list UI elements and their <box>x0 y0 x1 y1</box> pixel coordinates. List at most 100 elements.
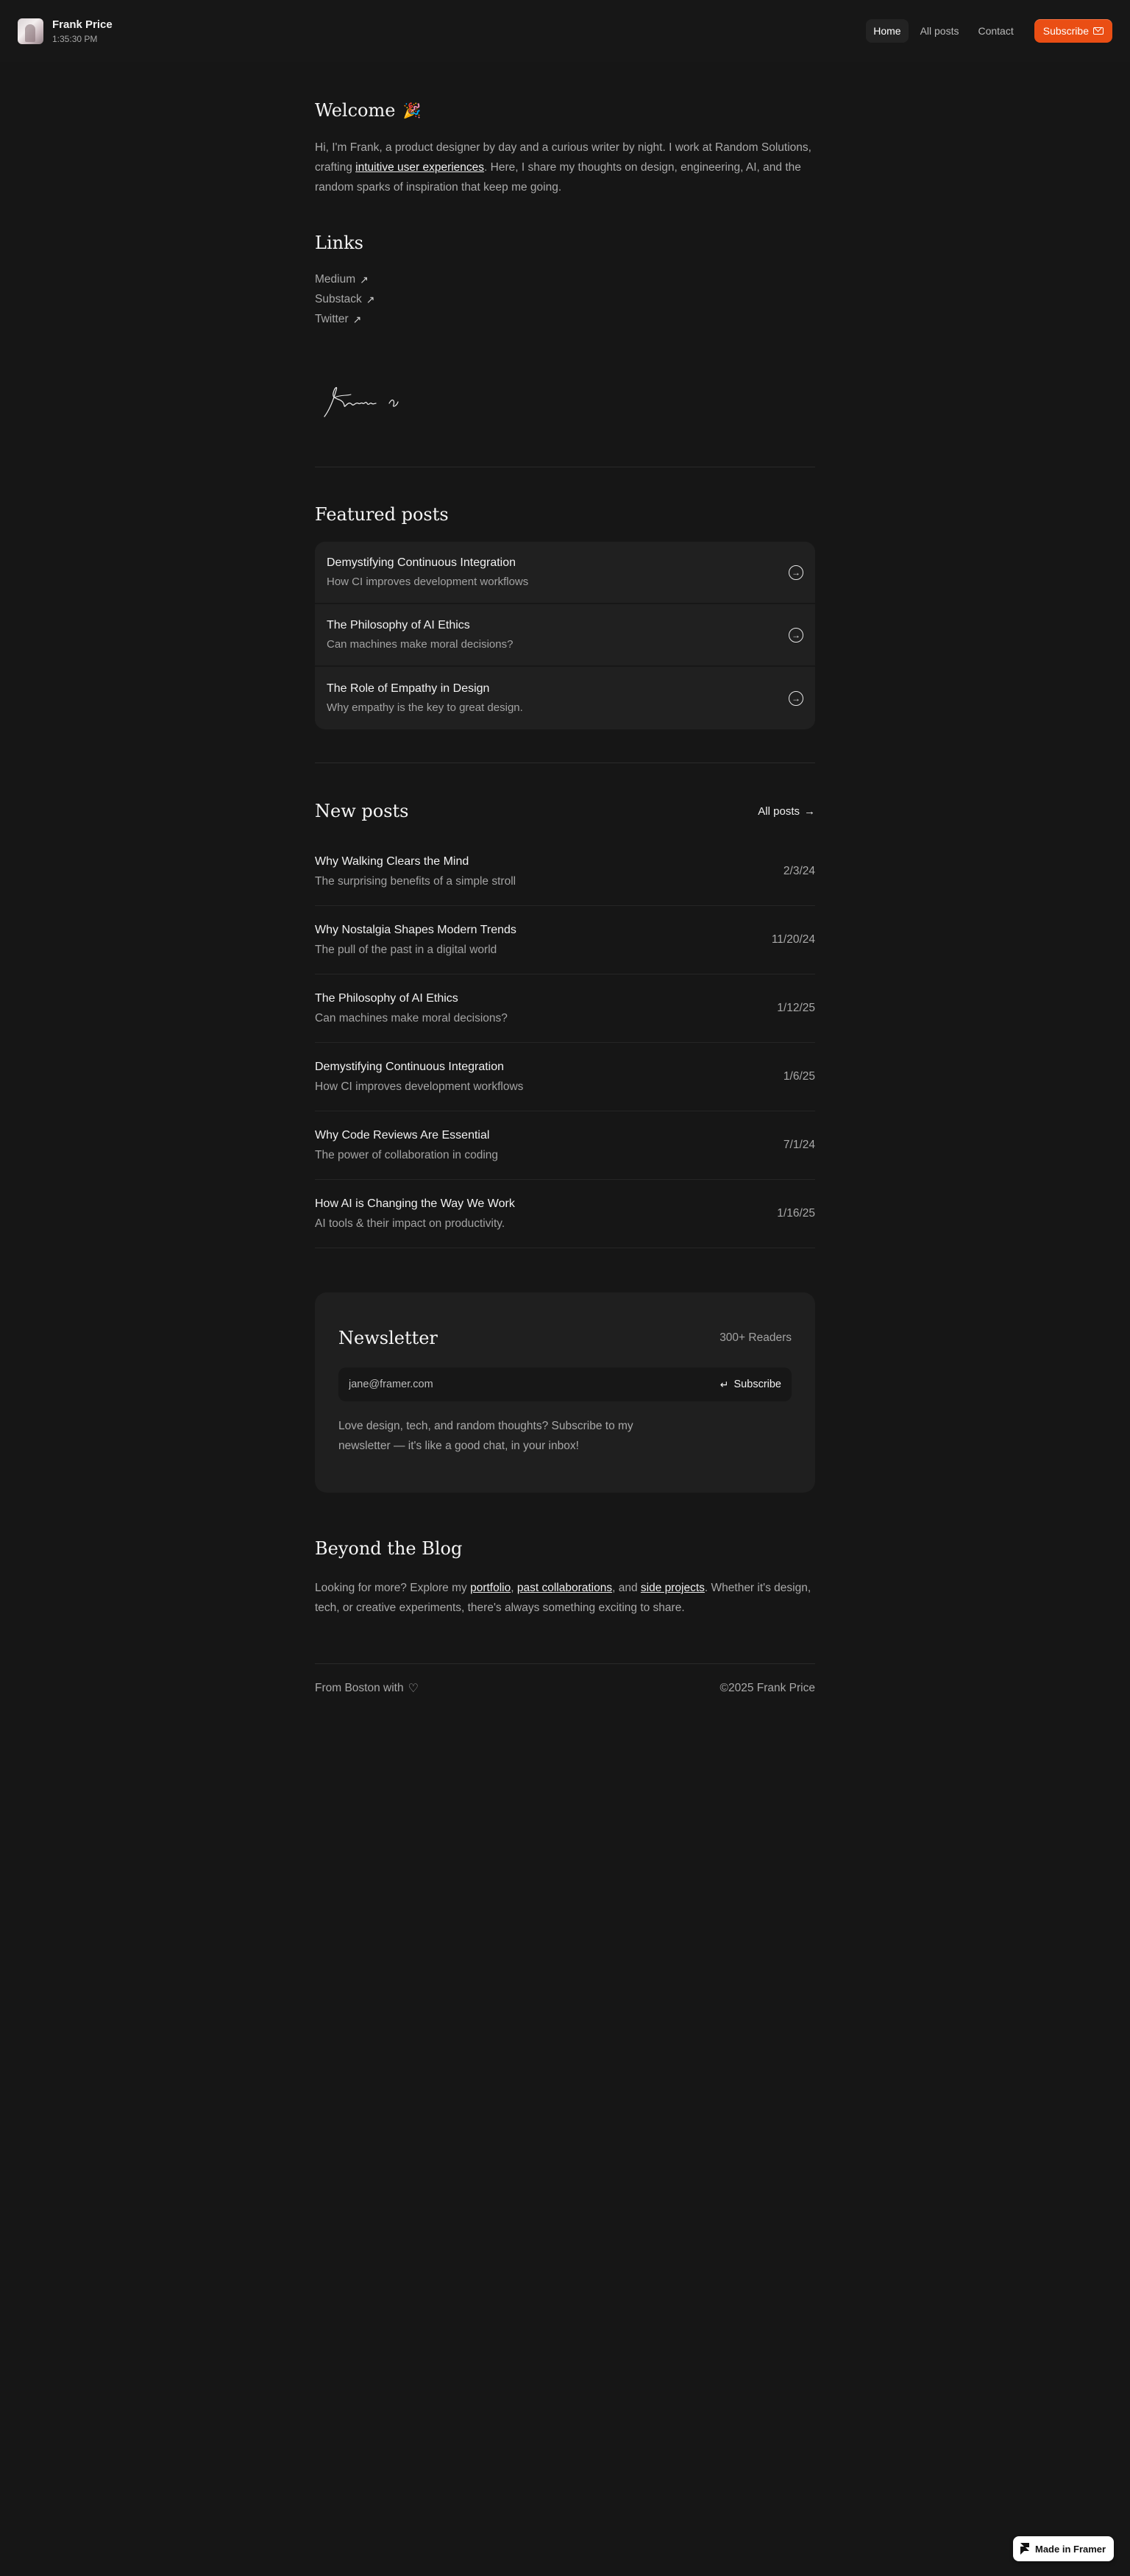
links-heading: Links <box>315 233 363 253</box>
featured-heading: Featured posts <box>315 504 449 525</box>
post-row[interactable]: Why Nostalgia Shapes Modern Trends The p… <box>315 906 815 974</box>
post-row[interactable]: Why Walking Clears the Mind The surprisi… <box>315 838 815 906</box>
welcome-link[interactable]: intuitive user experiences <box>355 161 484 174</box>
brand-text: Frank Price 1:35:30 PM <box>52 18 113 44</box>
footer-location: From Boston with ♡ <box>315 1681 419 1696</box>
new-posts-header: New posts All posts → <box>315 801 815 821</box>
post-subtitle: Can machines make moral decisions? <box>315 1011 508 1025</box>
post-text: Why Code Reviews Are Essential The power… <box>315 1129 498 1162</box>
divider <box>315 1663 815 1664</box>
post-row[interactable]: How AI is Changing the Way We Work AI to… <box>315 1180 815 1248</box>
avatar[interactable] <box>18 18 43 44</box>
arrow-up-right-icon: ↗ <box>352 313 362 325</box>
newsletter-subscribe-button[interactable]: ↵ Subscribe <box>720 1379 781 1391</box>
newsletter-description: Love design, tech, and random thoughts? … <box>338 1420 633 1452</box>
post-subtitle: How CI improves development workflows <box>315 1080 524 1093</box>
newsletter-header: Newsletter 300+ Readers <box>338 1328 792 1348</box>
beyond-paragraph: Looking for more? Explore my portfolio , … <box>315 1578 815 1618</box>
local-time: 1:35:30 PM <box>52 33 98 44</box>
featured-post-title: Demystifying Continuous Integration <box>327 556 516 569</box>
nav-all-posts[interactable]: All posts <box>913 19 967 43</box>
made-in-framer-label: Made in Framer <box>1035 2543 1106 2555</box>
link-twitter[interactable]: Twitter ↗ <box>315 312 375 327</box>
framer-logo-icon <box>1020 2543 1029 2555</box>
link-medium-label: Medium <box>315 273 356 286</box>
newsletter-heading: Newsletter <box>338 1328 438 1348</box>
post-row[interactable]: Demystifying Continuous Integration How … <box>315 1043 815 1111</box>
link-twitter-label: Twitter <box>315 313 349 325</box>
post-text: Why Nostalgia Shapes Modern Trends The p… <box>315 924 516 957</box>
brand[interactable]: Frank Price 1:35:30 PM <box>18 18 113 44</box>
new-posts-list: Why Walking Clears the Mind The surprisi… <box>315 838 815 1248</box>
post-title: Why Walking Clears the Mind <box>315 854 469 868</box>
header-subscribe-label: Subscribe <box>1042 25 1089 37</box>
welcome-title: Welcome <box>315 100 396 121</box>
email-field[interactable] <box>349 1379 720 1390</box>
post-subtitle: The surprising benefits of a simple stro… <box>315 874 516 888</box>
featured-post[interactable]: Demystifying Continuous Integration How … <box>315 542 815 604</box>
post-date: 1/16/25 <box>777 1207 815 1220</box>
featured-post-text: The Philosophy of AI Ethics Can machines… <box>327 619 513 651</box>
featured-post-text: Demystifying Continuous Integration How … <box>327 556 528 588</box>
arrow-circle-right-icon[interactable]: → <box>789 565 803 580</box>
link-substack[interactable]: Substack ↗ <box>315 292 375 307</box>
site-header: Frank Price 1:35:30 PM Home All posts Co… <box>0 0 1130 62</box>
newsletter-card: Newsletter 300+ Readers ↵ Subscribe Love… <box>315 1292 815 1493</box>
featured-post-subtitle: Can machines make moral decisions? <box>327 638 514 651</box>
beyond-text: , and <box>612 1582 641 1594</box>
site-footer: From Boston with ♡ ©2025 Frank Price <box>315 1681 815 1696</box>
post-row[interactable]: The Philosophy of AI Ethics Can machines… <box>315 974 815 1043</box>
mail-icon <box>1093 27 1104 35</box>
post-date: 1/12/25 <box>777 1002 815 1014</box>
author-name[interactable]: Frank Price <box>52 18 113 31</box>
arrow-circle-right-icon[interactable]: → <box>789 690 803 706</box>
nav-contact[interactable]: Contact <box>970 19 1020 43</box>
welcome-paragraph: Hi, I'm Frank, a product designer by day… <box>315 138 815 197</box>
featured-post-title: The Role of Empathy in Design <box>327 682 490 695</box>
footer-location-text: From Boston with <box>315 1682 404 1694</box>
featured-posts-card: Demystifying Continuous Integration How … <box>315 542 815 729</box>
newsletter-form: ↵ Subscribe <box>338 1367 792 1401</box>
link-substack-label: Substack <box>315 293 362 305</box>
header-subscribe-button[interactable]: Subscribe <box>1034 19 1112 43</box>
links-list: Medium ↗ Substack ↗ Twitter ↗ <box>315 272 375 327</box>
beyond-text: Looking for more? Explore my <box>315 1582 471 1594</box>
post-title: Why Code Reviews Are Essential <box>315 1128 490 1142</box>
arrow-up-right-icon: ↗ <box>360 273 369 286</box>
party-popper-icon: 🎉 <box>402 102 422 119</box>
post-date: 7/1/24 <box>783 1139 815 1151</box>
post-date: 11/20/24 <box>771 933 815 946</box>
enter-icon: ↵ <box>719 1378 729 1390</box>
portfolio-link[interactable]: portfolio <box>470 1582 511 1594</box>
featured-post-subtitle: Why empathy is the key to great design. <box>327 701 523 714</box>
nav-home[interactable]: Home <box>866 19 909 43</box>
signature-image <box>324 386 399 417</box>
welcome-heading: Welcome 🎉 <box>315 100 421 121</box>
main-nav: Home All posts Contact Subscribe <box>866 19 1112 43</box>
new-posts-heading: New posts <box>315 801 409 821</box>
made-in-framer-badge[interactable]: Made in Framer <box>1013 2536 1114 2561</box>
newsletter-subscribe-label: Subscribe <box>733 1379 781 1390</box>
post-date: 1/6/25 <box>783 1070 815 1083</box>
post-text: Demystifying Continuous Integration How … <box>315 1061 523 1094</box>
past-collaborations-link[interactable]: past collaborations <box>517 1582 612 1594</box>
post-title: Why Nostalgia Shapes Modern Trends <box>315 923 516 936</box>
post-subtitle: The power of collaboration in coding <box>315 1148 499 1161</box>
heart-icon: ♡ <box>408 1682 419 1695</box>
featured-post-title: The Philosophy of AI Ethics <box>327 619 470 631</box>
post-row[interactable]: Why Code Reviews Are Essential The power… <box>315 1111 815 1180</box>
featured-post[interactable]: The Role of Empathy in Design Why empath… <box>315 667 815 729</box>
all-posts-link[interactable]: All posts → <box>758 805 815 818</box>
side-projects-link[interactable]: side projects <box>641 1582 705 1594</box>
post-text: How AI is Changing the Way We Work AI to… <box>315 1197 515 1231</box>
copyright: ©2025 Frank Price <box>719 1682 815 1694</box>
post-title: The Philosophy of AI Ethics <box>315 991 458 1005</box>
featured-post-subtitle: How CI improves development workflows <box>327 576 529 588</box>
post-subtitle: AI tools & their impact on productivity. <box>315 1217 505 1230</box>
arrow-circle-right-icon[interactable]: → <box>789 627 803 643</box>
post-title: How AI is Changing the Way We Work <box>315 1197 515 1210</box>
link-medium[interactable]: Medium ↗ <box>315 272 375 287</box>
divider <box>315 762 815 763</box>
featured-post[interactable]: The Philosophy of AI Ethics Can machines… <box>315 604 815 667</box>
post-subtitle: The pull of the past in a digital world <box>315 943 497 956</box>
